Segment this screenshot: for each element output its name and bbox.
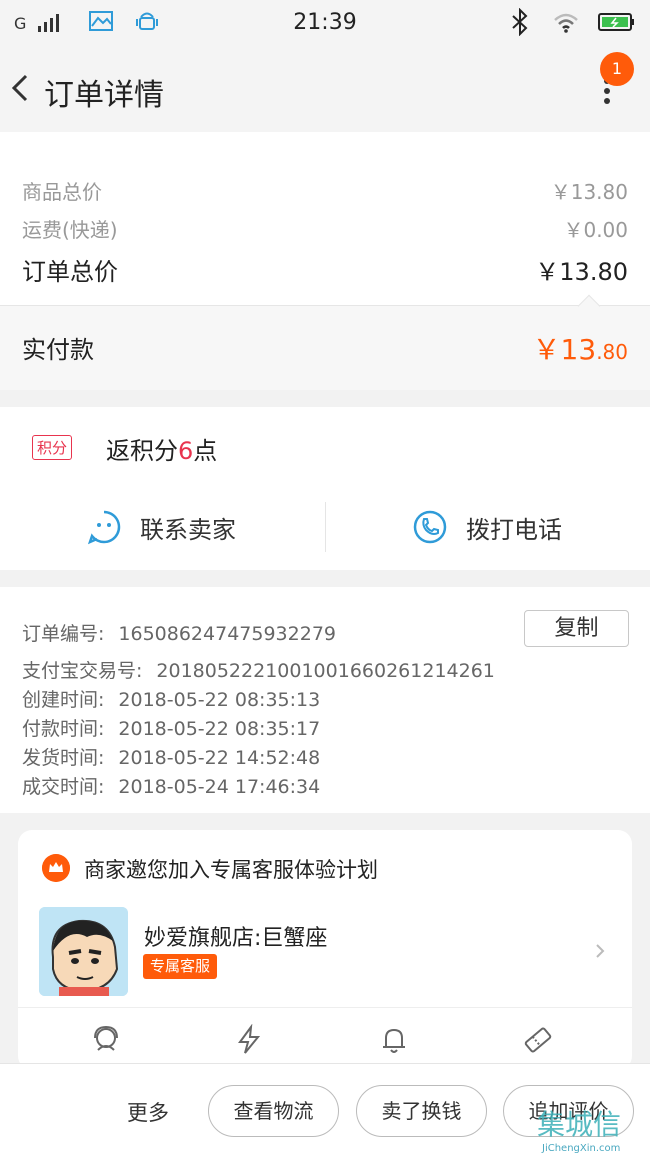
caret-pointer — [577, 294, 601, 318]
view-logistics-button[interactable]: 查看物流 — [208, 1085, 339, 1137]
contact-seller-button[interactable]: 联系卖家 — [86, 502, 236, 552]
wifi-icon — [554, 13, 578, 33]
shipping-label: 运费(快递) — [22, 218, 118, 242]
more-link[interactable]: 更多 — [127, 1097, 169, 1127]
divider — [18, 1007, 632, 1008]
phone-icon — [413, 510, 447, 544]
goods-total-row: 商品总价 ￥13.80 — [22, 176, 628, 205]
order-total-value: ￥13.80 — [535, 258, 628, 286]
order-total-row: 订单总价 ￥13.80 — [22, 252, 628, 287]
exclusive-service-card[interactable]: 商家邀您加入专属客服体验计划 妙爱旗舰店:巨蟹座 专属客服 — [18, 830, 632, 1070]
points-tag: 积分 — [32, 435, 73, 460]
paid-value: ￥13.80 — [532, 333, 628, 366]
bell-icon[interactable] — [378, 1024, 410, 1056]
cartoon-face-icon — [39, 907, 128, 996]
lightning-icon[interactable] — [233, 1024, 265, 1056]
paid-label: 实付款 — [22, 336, 94, 364]
paid-row: 实付款 ￥13.80 — [0, 294, 650, 390]
page-title: 订单详情 — [44, 78, 164, 113]
shipping-value: ￥0.00 — [563, 218, 628, 242]
order-total-label: 订单总价 — [22, 258, 118, 286]
call-phone-label: 拨打电话 — [466, 515, 562, 544]
back-icon[interactable] — [6, 68, 40, 108]
status-bar: G 21:39 — [0, 0, 650, 46]
watermark-logo: 集城信 JiChengXin.com — [537, 1099, 650, 1155]
created-time-line: 创建时间: 2018-05-22 08:35:13 — [22, 689, 321, 711]
alipay-trade-line: 支付宝交易号: 2018052221001001660261214261 — [22, 660, 495, 682]
points-text: 返积分6点 — [106, 437, 218, 465]
shipping-row: 运费(快递) ￥0.00 — [22, 214, 628, 243]
price-summary: 商品总价 ￥13.80 运费(快递) ￥0.00 订单总价 ￥13.80 实付款… — [0, 132, 650, 390]
shipped-time-line: 发货时间: 2018-05-22 14:52:48 — [22, 747, 321, 769]
bluetooth-icon — [512, 8, 528, 36]
resell-button[interactable]: 卖了换钱 — [356, 1085, 487, 1137]
headset-icon[interactable] — [90, 1024, 122, 1056]
ticket-icon[interactable] — [522, 1024, 554, 1056]
order-info-card: 订单编号: 165086247475932279 复制 支付宝交易号: 201805… — [0, 587, 650, 813]
nav-bar: 订单详情 1 — [0, 46, 650, 132]
divider — [325, 502, 326, 552]
watermark-sub: JiChengXin.com — [542, 1143, 621, 1154]
contact-seller-label: 联系卖家 — [140, 515, 236, 544]
paid-time-line: 付款时间: 2018-05-22 08:35:17 — [22, 718, 321, 740]
points-contact-card: 积分 返积分6点 联系卖家 拨打电话 — [0, 407, 650, 570]
completed-time-line: 成交时间: 2018-05-24 17:46:34 — [22, 776, 321, 798]
chat-icon — [87, 510, 121, 545]
goods-total-value: ￥13.80 — [550, 180, 628, 204]
call-phone-button[interactable]: 拨打电话 — [412, 502, 562, 552]
order-number-line: 订单编号: 165086247475932279 — [22, 623, 336, 645]
notification-badge: 1 — [600, 52, 634, 86]
crown-icon — [42, 854, 70, 882]
battery-icon — [598, 13, 634, 31]
exclusive-service-tag: 专属客服 — [143, 954, 218, 979]
chevron-right-icon[interactable] — [593, 940, 607, 962]
goods-total-label: 商品总价 — [22, 180, 102, 204]
shop-avatar — [39, 907, 128, 996]
copy-button[interactable]: 复制 — [524, 610, 629, 647]
service-title: 商家邀您加入专属客服体验计划 — [84, 858, 378, 882]
shop-name: 妙爱旗舰店:巨蟹座 — [144, 926, 328, 951]
watermark-main: 集城信 — [537, 1108, 622, 1141]
